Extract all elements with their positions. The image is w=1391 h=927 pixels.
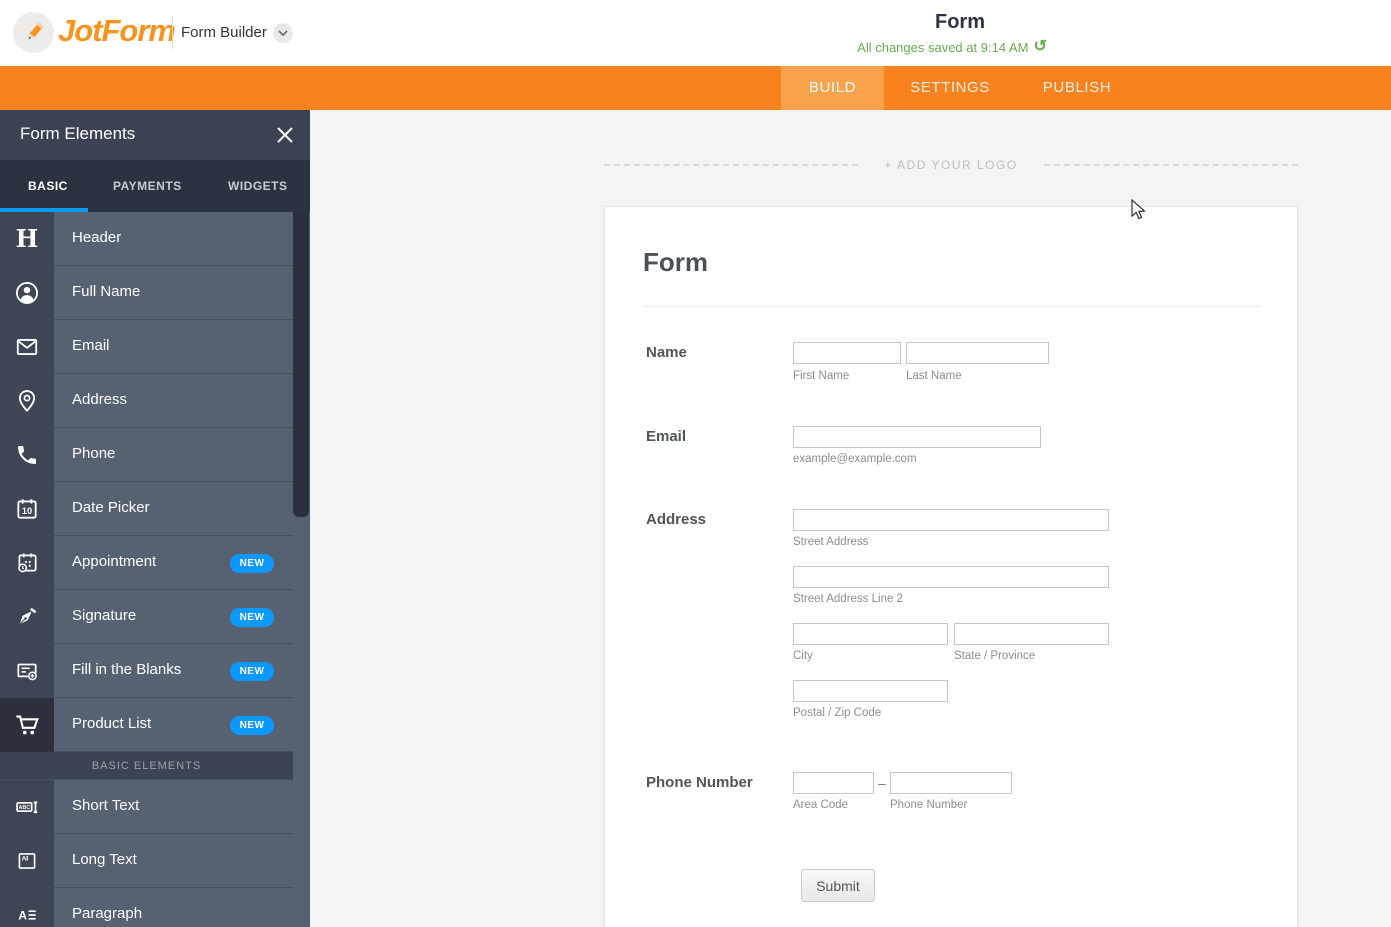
fill-blanks-icon bbox=[0, 644, 54, 698]
svg-text:10: 10 bbox=[22, 506, 32, 516]
street-address-sublabel: Street Address bbox=[793, 536, 869, 548]
location-pin-icon bbox=[0, 374, 54, 428]
form-heading[interactable]: Form bbox=[643, 247, 708, 278]
postal-code-sublabel: Postal / Zip Code bbox=[793, 707, 882, 719]
element-paragraph[interactable]: A Paragraph bbox=[0, 888, 293, 927]
revision-undo-icon[interactable]: ↺ bbox=[1033, 39, 1046, 55]
new-badge: NEW bbox=[230, 662, 274, 681]
shopping-cart-icon bbox=[0, 698, 54, 752]
element-appointment[interactable]: Appointment NEW bbox=[0, 536, 293, 590]
long-text-icon: A bbox=[0, 834, 54, 888]
email-input[interactable] bbox=[793, 426, 1041, 448]
form-canvas: + ADD YOUR LOGO Form Name First Name Las… bbox=[310, 110, 1391, 927]
element-address[interactable]: Address bbox=[0, 374, 293, 428]
element-short-text[interactable]: ABC Short Text bbox=[0, 780, 293, 834]
new-badge: NEW bbox=[230, 716, 274, 735]
section-divider: BASIC ELEMENTS bbox=[0, 752, 293, 780]
add-logo-row: + ADD YOUR LOGO bbox=[604, 158, 1298, 172]
save-status-text: All changes saved at 9:14 AM bbox=[857, 39, 1029, 55]
svg-text:A: A bbox=[22, 856, 27, 863]
pencil-icon bbox=[27, 22, 43, 41]
name-question-label[interactable]: Name bbox=[646, 344, 687, 361]
sidebar-scrollbar-thumb[interactable] bbox=[293, 212, 309, 517]
element-list: H Header Full Name Email Address Phone 1… bbox=[0, 212, 293, 927]
last-name-sublabel: Last Name bbox=[906, 370, 962, 382]
phone-number-input[interactable] bbox=[890, 772, 1012, 794]
city-input[interactable] bbox=[793, 623, 948, 645]
tab-publish[interactable]: PUBLISH bbox=[1016, 66, 1138, 110]
last-name-input[interactable] bbox=[906, 342, 1049, 364]
phone-separator: – bbox=[878, 775, 886, 791]
area-code-sublabel: Area Code bbox=[793, 799, 848, 811]
product-switcher-label[interactable]: Form Builder bbox=[181, 24, 267, 41]
phone-number-sublabel: Phone Number bbox=[890, 799, 968, 811]
builder-nav-tabs: BUILD SETTINGS PUBLISH bbox=[781, 66, 1138, 110]
pen-nib-icon bbox=[0, 590, 54, 644]
chevron-down-icon bbox=[278, 30, 288, 36]
calendar-icon: 10 bbox=[0, 482, 54, 536]
product-switcher-button[interactable] bbox=[273, 23, 293, 43]
tab-basic[interactable]: BASIC bbox=[28, 160, 68, 212]
paragraph-icon: A bbox=[0, 888, 54, 927]
heading-divider bbox=[643, 306, 1261, 307]
svg-text:A: A bbox=[18, 908, 27, 922]
street-address-line2-sublabel: Street Address Line 2 bbox=[793, 593, 903, 605]
builder-navbar: BUILD SETTINGS PUBLISH bbox=[0, 66, 1391, 110]
street-address-line2-input[interactable] bbox=[793, 566, 1109, 588]
tab-widgets[interactable]: WIDGETS bbox=[228, 160, 288, 212]
element-phone[interactable]: Phone bbox=[0, 428, 293, 482]
dashed-line-right bbox=[1043, 164, 1298, 166]
phone-icon bbox=[0, 428, 54, 482]
state-input[interactable] bbox=[954, 623, 1109, 645]
envelope-icon bbox=[0, 320, 54, 374]
tab-build[interactable]: BUILD bbox=[781, 66, 884, 110]
form-card: Form Name First Name Last Name Email exa… bbox=[604, 206, 1298, 927]
first-name-input[interactable] bbox=[793, 342, 901, 364]
element-fill-in-the-blanks[interactable]: Fill in the Blanks NEW bbox=[0, 644, 293, 698]
close-panel-button[interactable] bbox=[275, 125, 295, 145]
brand-wordmark[interactable]: JotForm bbox=[58, 13, 176, 49]
email-question-label[interactable]: Email bbox=[646, 428, 686, 445]
topbar: JotForm Form Builder Form All changes sa… bbox=[0, 0, 1391, 66]
new-badge: NEW bbox=[230, 554, 274, 573]
form-elements-panel: Form Elements BASIC PAYMENTS WIDGETS H H… bbox=[0, 110, 310, 927]
jotform-logo[interactable] bbox=[13, 12, 54, 53]
new-badge: NEW bbox=[230, 608, 274, 627]
short-text-icon: ABC bbox=[0, 780, 54, 834]
postal-code-input[interactable] bbox=[793, 680, 948, 702]
phone-question-label[interactable]: Phone Number bbox=[646, 774, 753, 791]
close-icon bbox=[277, 127, 293, 143]
first-name-sublabel: First Name bbox=[793, 370, 850, 382]
dashed-line-left bbox=[604, 164, 859, 166]
address-question-label[interactable]: Address bbox=[646, 511, 706, 528]
tab-settings[interactable]: SETTINGS bbox=[884, 66, 1016, 110]
jotform-form-builder: JotForm Form Builder Form All changes sa… bbox=[0, 0, 1391, 927]
street-address-input[interactable] bbox=[793, 509, 1109, 531]
add-your-logo-button[interactable]: + ADD YOUR LOGO bbox=[884, 158, 1017, 172]
city-sublabel: City bbox=[793, 650, 813, 662]
header-icon: H bbox=[0, 212, 54, 266]
svg-text:ABC: ABC bbox=[19, 805, 31, 811]
email-sublabel: example@example.com bbox=[793, 453, 917, 465]
form-name-title[interactable]: Form bbox=[935, 11, 985, 34]
element-date-picker[interactable]: 10 Date Picker bbox=[0, 482, 293, 536]
form-elements-title: Form Elements bbox=[20, 124, 136, 143]
tab-payments[interactable]: PAYMENTS bbox=[113, 160, 182, 212]
element-signature[interactable]: Signature NEW bbox=[0, 590, 293, 644]
element-full-name[interactable]: Full Name bbox=[0, 266, 293, 320]
form-elements-header: Form Elements bbox=[0, 110, 310, 160]
topbar-divider bbox=[172, 17, 173, 49]
element-long-text[interactable]: A Long Text bbox=[0, 834, 293, 888]
element-header[interactable]: H Header bbox=[0, 212, 293, 266]
state-sublabel: State / Province bbox=[954, 650, 1036, 662]
element-product-list[interactable]: Product List NEW bbox=[0, 698, 293, 752]
save-status: All changes saved at 9:14 AM ↺ bbox=[857, 39, 1047, 55]
element-email[interactable]: Email bbox=[0, 320, 293, 374]
area-code-input[interactable] bbox=[793, 772, 874, 794]
appointment-calendar-icon bbox=[0, 536, 54, 590]
element-category-tabs: BASIC PAYMENTS WIDGETS bbox=[0, 160, 310, 212]
submit-button[interactable]: Submit bbox=[801, 869, 875, 902]
user-icon bbox=[0, 266, 54, 320]
